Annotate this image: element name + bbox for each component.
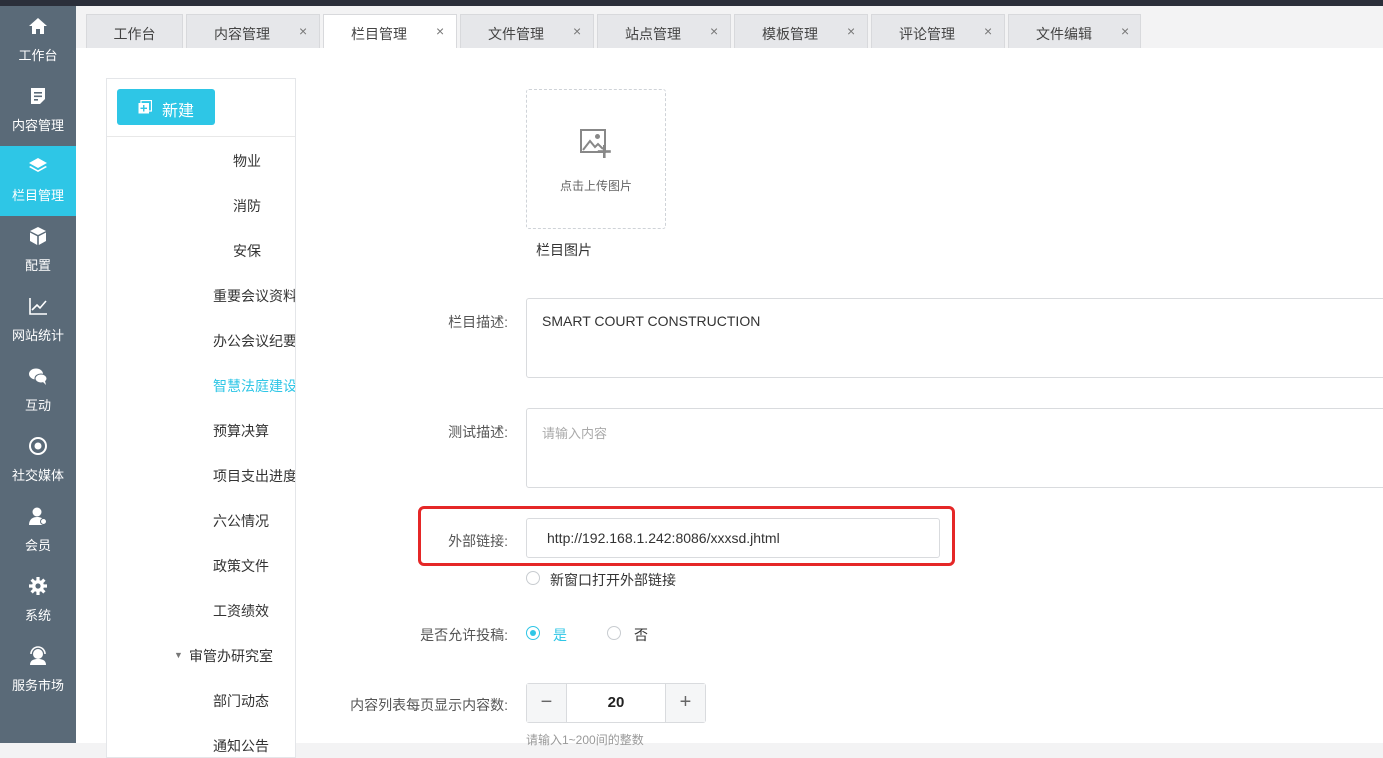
- tab-close-icon[interactable]: ×: [573, 23, 581, 39]
- new-button-label: 新建: [162, 103, 195, 120]
- tab-label: 内容管理: [214, 26, 270, 42]
- sidebar-item-label: 会员: [24, 538, 51, 553]
- sidebar-item-market[interactable]: 服务市场: [0, 636, 76, 706]
- member-icon: [29, 507, 47, 525]
- page-size-hint: 请输入1~200间的整数: [526, 733, 644, 747]
- tab-label: 模板管理: [762, 26, 818, 42]
- tab-label: 文件管理: [488, 26, 544, 42]
- tab-column-management[interactable]: 栏目管理 ×: [323, 14, 457, 49]
- page-size-stepper: − 20 +: [526, 683, 706, 723]
- tree-item-selected[interactable]: 智慧法庭建设: [213, 376, 295, 396]
- sidebar-item-label: 系统: [24, 608, 51, 623]
- tab-file-edit[interactable]: 文件编辑 ×: [1008, 14, 1141, 48]
- sidebar-item-label: 工作台: [18, 48, 58, 63]
- sidebar-item-workbench[interactable]: 工作台: [0, 6, 76, 76]
- sidebar-item-system[interactable]: 系统: [0, 566, 76, 636]
- increment-button[interactable]: +: [665, 684, 705, 722]
- tab-bar: 工作台 内容管理 × 栏目管理 × 文件管理 × 站点管理 × 模板管理 × 评…: [76, 6, 1383, 49]
- sidebar-item-label: 栏目管理: [11, 188, 64, 203]
- allow-submission-label: 是否允许投稿:: [420, 627, 508, 643]
- sidebar-item-label: 服务市场: [11, 678, 64, 693]
- tree-item[interactable]: 通知公告: [213, 736, 269, 756]
- tree-item[interactable]: 重要会议资料: [213, 286, 295, 306]
- tab-file-management[interactable]: 文件管理 ×: [460, 14, 594, 48]
- target-icon: [29, 437, 47, 455]
- headset-icon: [30, 646, 46, 665]
- line-chart-icon: [29, 298, 47, 315]
- test-description-label: 测试描述:: [448, 424, 508, 440]
- sidebar-item-label: 配置: [24, 258, 51, 273]
- sidebar-item-label: 社交媒体: [11, 468, 64, 483]
- chat-icon: [29, 368, 48, 385]
- tab-close-icon[interactable]: ×: [436, 23, 444, 39]
- allow-no-radio[interactable]: [607, 626, 621, 640]
- page-size-label: 内容列表每页显示内容数:: [350, 697, 508, 713]
- tree-item[interactable]: 安保: [233, 241, 261, 261]
- column-tree-panel: 新建 物业 消防 安保 重要会议资料 办公会议纪要 智慧法庭建设 预算决算 项目…: [106, 78, 296, 758]
- image-upload[interactable]: 点击上传图片: [526, 89, 666, 229]
- tab-close-icon[interactable]: ×: [847, 23, 855, 39]
- divider: [107, 136, 295, 137]
- tab-label: 文件编辑: [1036, 26, 1092, 42]
- allow-yes-label: 是: [553, 627, 567, 643]
- tree-item[interactable]: 消防: [233, 196, 261, 216]
- sidebar: 工作台 内容管理 栏目管理 配置 网站统计 互动 社交媒体 会员 系统 服务市场: [0, 6, 76, 743]
- tree-item[interactable]: 部门动态: [213, 691, 269, 711]
- tab-content-management[interactable]: 内容管理 ×: [186, 14, 320, 48]
- sidebar-item-members[interactable]: 会员: [0, 496, 76, 566]
- cube-icon: [30, 227, 46, 245]
- tree-item[interactable]: 办公会议纪要: [213, 331, 295, 351]
- tab-label: 栏目管理: [351, 26, 407, 42]
- test-description-textarea[interactable]: 请输入内容: [526, 408, 1383, 488]
- tab-label: 评论管理: [899, 26, 955, 42]
- sidebar-item-label: 互动: [24, 398, 51, 413]
- description-label: 栏目描述:: [448, 314, 508, 330]
- tree-item[interactable]: 政策文件: [213, 556, 269, 576]
- add-icon: [138, 100, 152, 114]
- upload-text: 点击上传图片: [559, 179, 632, 193]
- caret-down-icon[interactable]: ▼: [174, 650, 183, 660]
- home-icon: [29, 18, 47, 34]
- description-textarea[interactable]: SMART COURT CONSTRUCTION: [526, 298, 1383, 378]
- tab-comment-management[interactable]: 评论管理 ×: [871, 14, 1005, 48]
- sidebar-item-config[interactable]: 配置: [0, 216, 76, 286]
- sidebar-item-content[interactable]: 内容管理: [0, 76, 76, 146]
- sidebar-item-columns[interactable]: 栏目管理: [0, 146, 76, 216]
- tree-item[interactable]: 工资绩效: [213, 601, 269, 621]
- image-caption: 栏目图片: [536, 242, 592, 258]
- tab-site-management[interactable]: 站点管理 ×: [597, 14, 731, 48]
- page-size-value[interactable]: 20: [568, 684, 664, 722]
- sidebar-item-social-media[interactable]: 社交媒体: [0, 426, 76, 496]
- sidebar-item-label: 内容管理: [11, 118, 64, 133]
- image-add-icon: [580, 129, 611, 158]
- tab-close-icon[interactable]: ×: [299, 23, 307, 39]
- open-new-window-radio[interactable]: [526, 571, 540, 585]
- sidebar-item-label: 网站统计: [11, 328, 64, 343]
- sidebar-item-interaction[interactable]: 互动: [0, 356, 76, 426]
- new-column-button[interactable]: 新建: [117, 89, 215, 125]
- main-panel: 新建 物业 消防 安保 重要会议资料 办公会议纪要 智慧法庭建设 预算决算 项目…: [76, 48, 1383, 758]
- tab-close-icon[interactable]: ×: [1121, 23, 1129, 39]
- decrement-button[interactable]: −: [527, 684, 567, 722]
- tab-label: 站点管理: [625, 26, 681, 42]
- tab-label: 工作台: [113, 26, 156, 42]
- tab-close-icon[interactable]: ×: [710, 23, 718, 39]
- tree-item[interactable]: 物业: [233, 151, 261, 171]
- tree-item[interactable]: 六公情况: [213, 511, 269, 531]
- document-icon: [31, 88, 45, 104]
- sidebar-item-statistics[interactable]: 网站统计: [0, 286, 76, 356]
- allow-no-label: 否: [634, 627, 648, 643]
- tab-template-management[interactable]: 模板管理 ×: [734, 14, 868, 48]
- tree-item[interactable]: 项目支出进度: [213, 466, 295, 486]
- tab-workbench[interactable]: 工作台: [86, 14, 183, 48]
- tab-close-icon[interactable]: ×: [984, 23, 992, 39]
- tree-item[interactable]: 审管办研究室: [189, 646, 273, 666]
- highlight-box: [418, 506, 955, 566]
- gear-icon: [29, 577, 47, 595]
- layers-icon: [29, 158, 47, 172]
- tree-item[interactable]: 预算决算: [213, 421, 269, 441]
- open-new-window-label: 新窗口打开外部链接: [550, 572, 676, 588]
- allow-yes-radio[interactable]: [526, 626, 540, 640]
